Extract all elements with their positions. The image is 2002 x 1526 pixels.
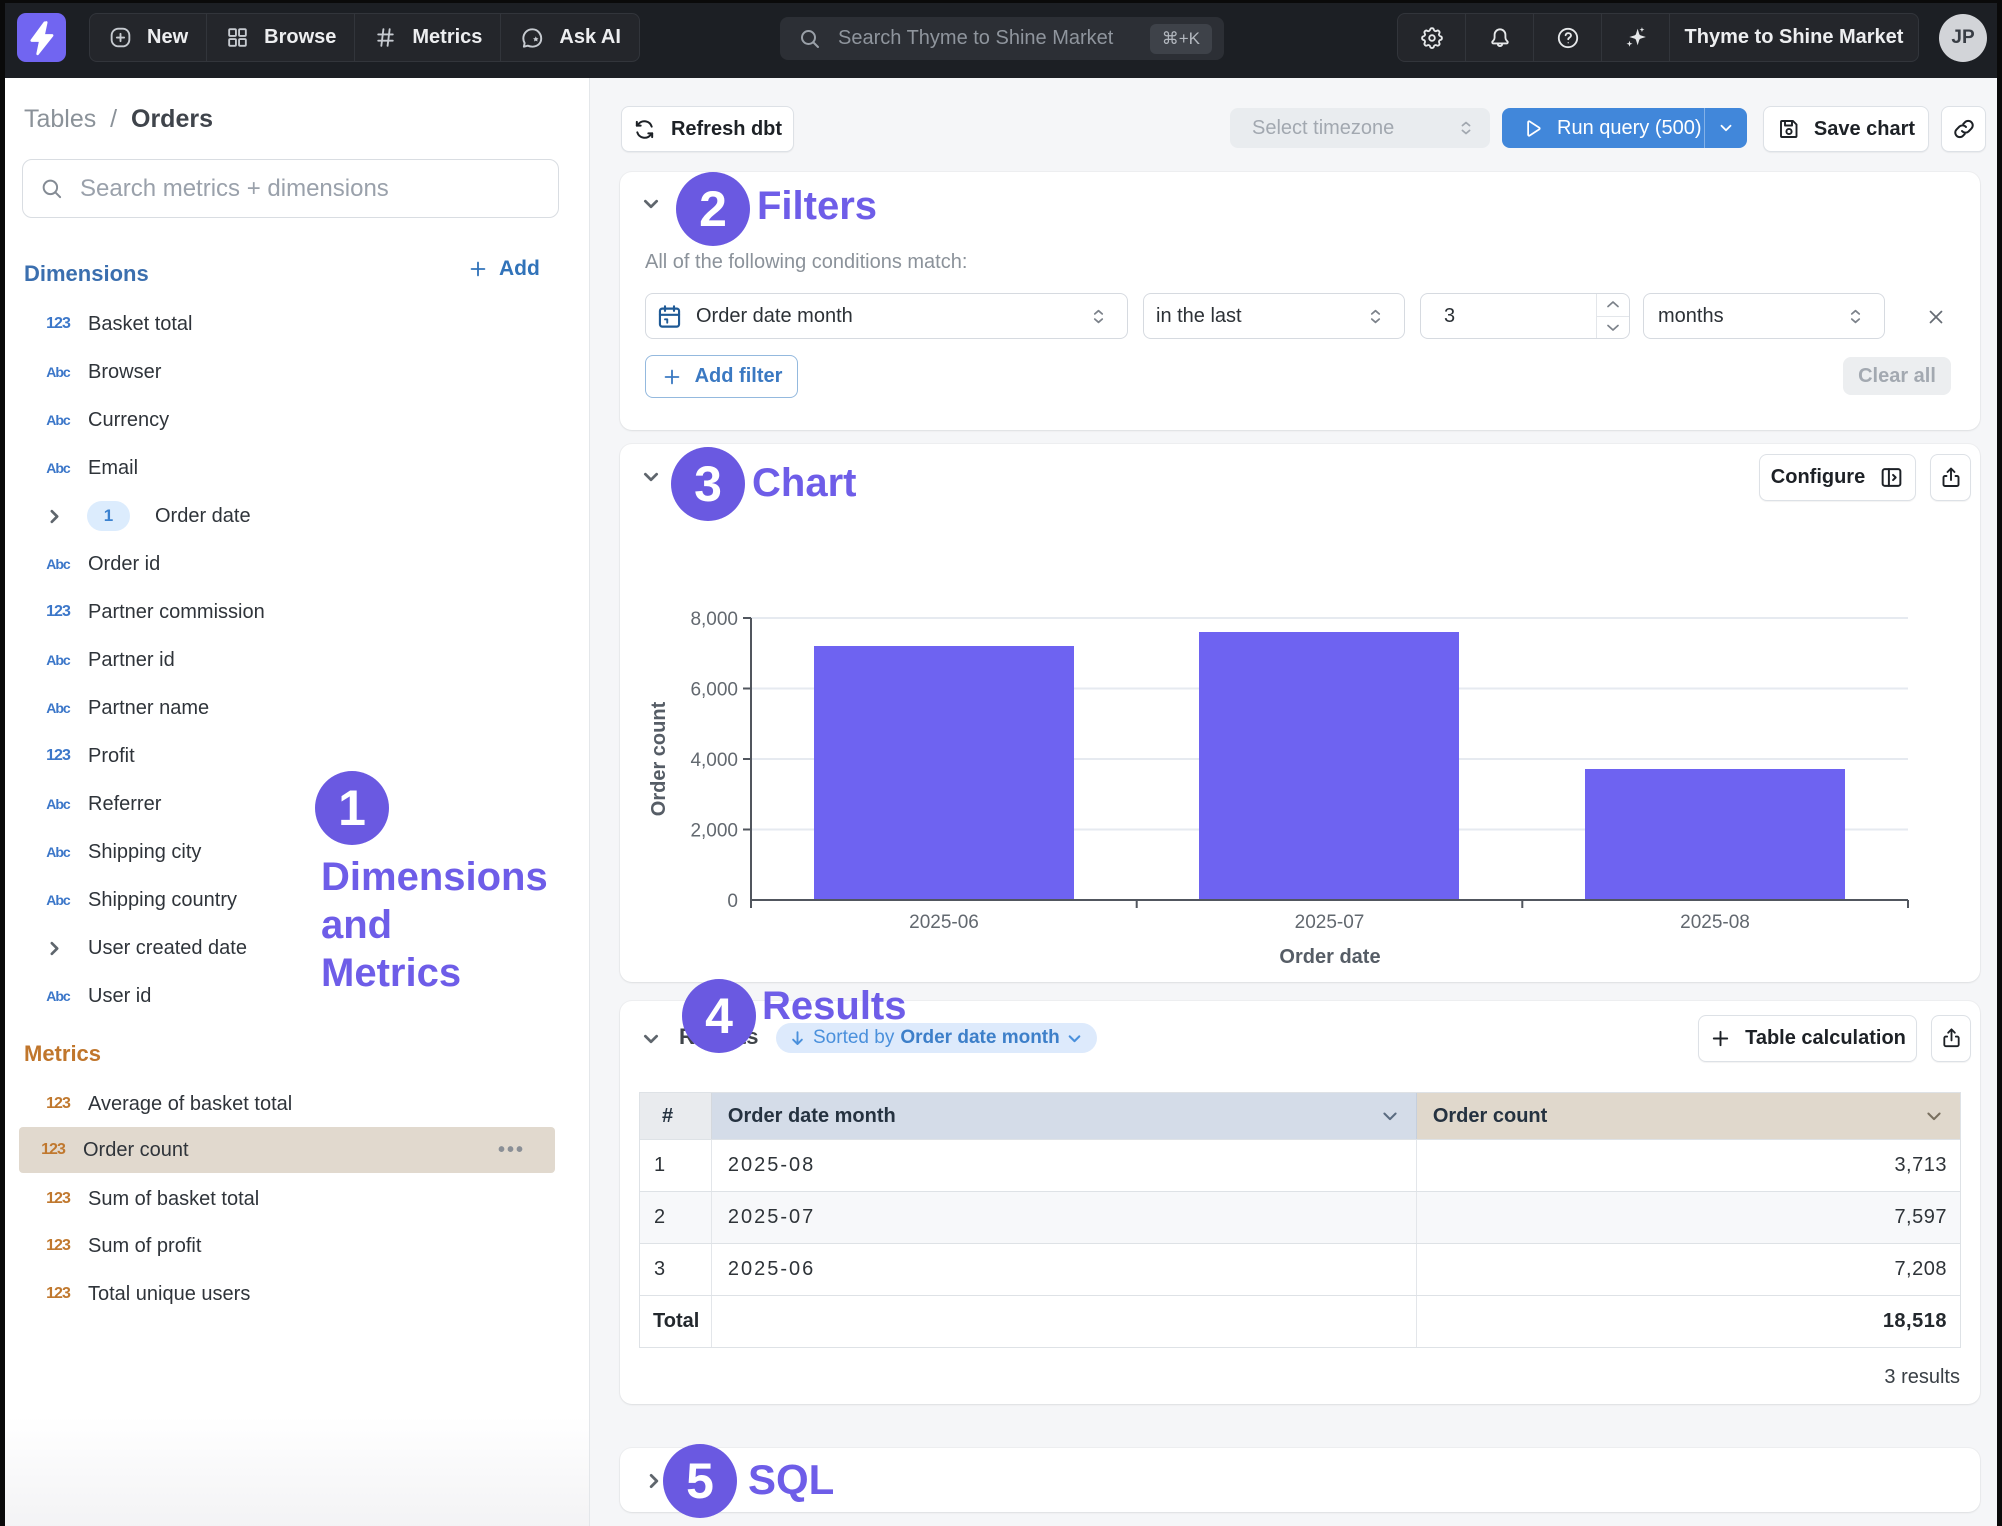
svg-text:6,000: 6,000 [690,680,738,701]
svg-text:4,000: 4,000 [690,750,738,771]
svg-text:Order date: Order date [1279,946,1380,968]
svg-text:2025-06: 2025-06 [909,912,979,933]
svg-text:8,000: 8,000 [690,609,738,630]
svg-text:2025-08: 2025-08 [1680,912,1750,933]
svg-text:2025-07: 2025-07 [1295,912,1365,933]
svg-text:2,000: 2,000 [690,821,738,842]
svg-text:0: 0 [727,891,738,912]
svg-text:Order count: Order count [648,701,670,816]
